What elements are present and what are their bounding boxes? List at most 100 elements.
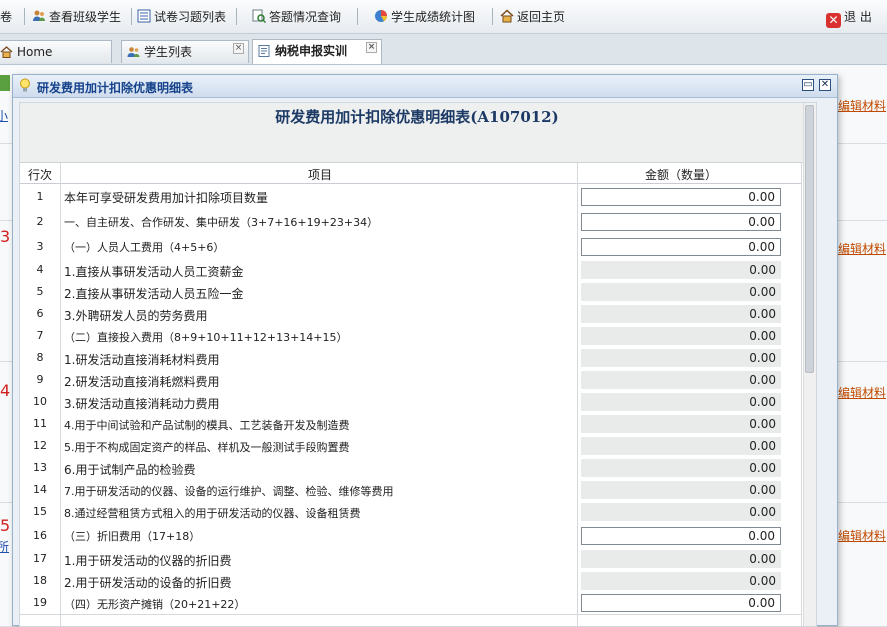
tab-student-list-label: 学生列表 — [144, 45, 193, 59]
table-row: 5 2.直接从事研发活动人员五险一金 0.00 — [20, 281, 802, 304]
amount-readonly: 0.00 — [581, 283, 781, 301]
table-row: 6 3.外聘研发人员的劳务费用 0.00 — [20, 303, 802, 326]
amount-readonly: 0.00 — [581, 572, 781, 590]
row-number: 16 — [33, 529, 47, 542]
row-number: 4 — [36, 263, 44, 276]
scrollbar-thumb[interactable] — [805, 105, 814, 373]
tab-close-icon[interactable]: × — [233, 43, 244, 54]
row-number: 14 — [33, 483, 47, 496]
form-title-text: 研发费用加计扣除优惠明细表(A107012) — [275, 108, 559, 126]
row-number: 18 — [33, 574, 47, 587]
amount-readonly: 0.00 — [581, 481, 781, 499]
toolbar-separator — [24, 8, 25, 25]
row-number: 3 — [36, 240, 44, 253]
column-divider — [801, 163, 802, 626]
exit-button[interactable]: ✕ 退 出 — [826, 8, 872, 28]
row-number: 8 — [36, 351, 44, 364]
amount-input[interactable]: 0.00 — [581, 594, 781, 612]
row-item-label: 一、自主研发、合作研发、集中研发（3+7+16+19+23+34） — [64, 216, 379, 229]
row-number: 11 — [33, 417, 47, 430]
answer-query-button[interactable]: 答题情况查询 — [252, 8, 341, 26]
toolbar-exam-label: 卷 — [0, 10, 13, 24]
row-number: 2 — [36, 215, 44, 228]
table-row: 9 2.研发活动直接消耗燃料费用 0.00 — [20, 369, 802, 392]
table-row: 10 3.研发活动直接消耗动力费用 0.00 — [20, 391, 802, 414]
row-number: 6 — [36, 307, 44, 320]
amount-readonly: 0.00 — [581, 503, 781, 521]
table-row: 1 本年可享受研发费用加计扣除项目数量 0.00 — [20, 184, 802, 210]
row-number: 15 — [33, 505, 47, 518]
search-doc-icon — [252, 9, 266, 23]
toolbar-exam-button[interactable]: 卷 — [0, 8, 12, 26]
dialog-title: 研发费用加计扣除优惠明细表 — [37, 81, 194, 95]
background-link[interactable]: 所 — [0, 538, 9, 555]
row-number: 12 — [33, 439, 47, 452]
row-item-label: 本年可享受研发费用加计扣除项目数量 — [64, 191, 269, 205]
question-number: 5 — [0, 516, 11, 535]
table-row: 8 1.研发活动直接消耗材料费用 0.00 — [20, 347, 802, 370]
tab-close-icon[interactable]: × — [366, 42, 377, 53]
table-row: 13 6.用于试制产品的检验费 0.00 — [20, 457, 802, 480]
question-number: 4 — [0, 381, 11, 400]
amount-input[interactable]: 0.00 — [581, 188, 781, 206]
row-item-label: 7.用于研发活动的仪器、设备的运行维护、调整、检验、维修等费用 — [64, 485, 394, 498]
header-row-no: 行次 — [27, 168, 52, 182]
amount-readonly: 0.00 — [581, 437, 781, 455]
users-icon — [33, 10, 45, 21]
amount-readonly: 0.00 — [581, 261, 781, 279]
view-class-students-button[interactable]: 查看班级学生 — [32, 8, 121, 26]
amount-input[interactable]: 0.00 — [581, 238, 781, 256]
row-item-label: 2.直接从事研发活动人员五险一金 — [64, 287, 244, 301]
row-item-label: 6.用于试制产品的检验费 — [64, 463, 196, 477]
table-header: 行次 项目 金额（数量） — [20, 163, 802, 184]
row-item-label: （二）直接投入费用（8+9+10+11+12+13+14+15） — [64, 331, 348, 344]
close-icon: ✕ — [826, 13, 841, 28]
close-icon[interactable]: ✕ — [819, 79, 831, 91]
column-divider — [577, 163, 578, 626]
table-row: 12 5.用于不构成固定资产的样品、样机及一般测试手段购置费 0.00 — [20, 435, 802, 458]
tab-home-label: Home — [17, 45, 53, 59]
row-item-label: 4.用于中间试验和产品试制的模具、工艺装备开发及制造费 — [64, 419, 350, 432]
table-row: 2 一、自主研发、合作研发、集中研发（3+7+16+19+23+34） 0.00 — [20, 209, 802, 235]
row-item-label: （三）折旧费用（17+18） — [64, 530, 201, 543]
amount-readonly: 0.00 — [581, 327, 781, 345]
edit-material-link[interactable]: 编辑材料 — [838, 240, 887, 257]
tab-student-list[interactable]: 学生列表 × — [121, 40, 249, 63]
amount-readonly: 0.00 — [581, 393, 781, 411]
edit-material-link[interactable]: 编辑材料 — [838, 97, 887, 114]
row-item-label: 1.直接从事研发活动人员工资薪金 — [64, 265, 244, 279]
table-row: 11 4.用于中间试验和产品试制的模具、工艺装备开发及制造费 0.00 — [20, 413, 802, 436]
view-class-students-label: 查看班级学生 — [49, 10, 122, 24]
amount-readonly: 0.00 — [581, 459, 781, 477]
tab-tax-filing-practice[interactable]: 纳税申报实训 × — [252, 39, 382, 64]
exam-exercise-list-button[interactable]: 试卷习题列表 — [137, 8, 226, 26]
toolbar-separator — [357, 8, 358, 25]
background-link[interactable]: 小 — [0, 107, 8, 124]
amount-readonly: 0.00 — [581, 349, 781, 367]
table-row: 17 1.用于研发活动的仪器的折旧费 0.00 — [20, 548, 802, 571]
return-home-button[interactable]: 返回主页 — [500, 8, 565, 26]
edit-material-link[interactable]: 编辑材料 — [838, 384, 887, 401]
home-icon — [500, 9, 514, 23]
amount-input[interactable]: 0.00 — [581, 213, 781, 231]
pie-chart-icon — [375, 10, 387, 22]
tab-home[interactable]: Home — [0, 40, 112, 63]
vertical-scrollbar[interactable] — [803, 103, 816, 626]
answer-query-label: 答题情况查询 — [269, 10, 342, 24]
edit-material-link[interactable]: 编辑材料 — [838, 527, 887, 544]
form-title: 研发费用加计扣除优惠明细表(A107012) — [20, 103, 814, 163]
add-icon[interactable] — [0, 75, 10, 91]
table-row: 3 （一）人员人工费用（4+5+6） 0.00 — [20, 234, 802, 260]
maximize-icon[interactable]: ▭ — [802, 79, 814, 91]
row-number: 1 — [36, 190, 44, 203]
row-number: 17 — [33, 552, 47, 565]
amount-input[interactable]: 0.00 — [581, 527, 781, 545]
score-chart-button[interactable]: 学生成绩统计图 — [374, 8, 475, 26]
row-item-label: 1.用于研发活动的仪器的折旧费 — [64, 554, 232, 568]
exam-exercise-list-label: 试卷习题列表 — [154, 10, 227, 24]
row-item-label: 3.外聘研发人员的劳务费用 — [64, 309, 208, 323]
row-number: 5 — [36, 285, 44, 298]
list-icon — [137, 9, 151, 23]
dialog-body: 研发费用加计扣除优惠明细表(A107012) 行次 项目 金额（数量） 1 本年可… — [19, 102, 817, 627]
top-toolbar: 卷 查看班级学生 试卷习题列表 答题情况查询 学生成绩统计图 返回主页 ✕ 退 出 — [0, 0, 887, 34]
